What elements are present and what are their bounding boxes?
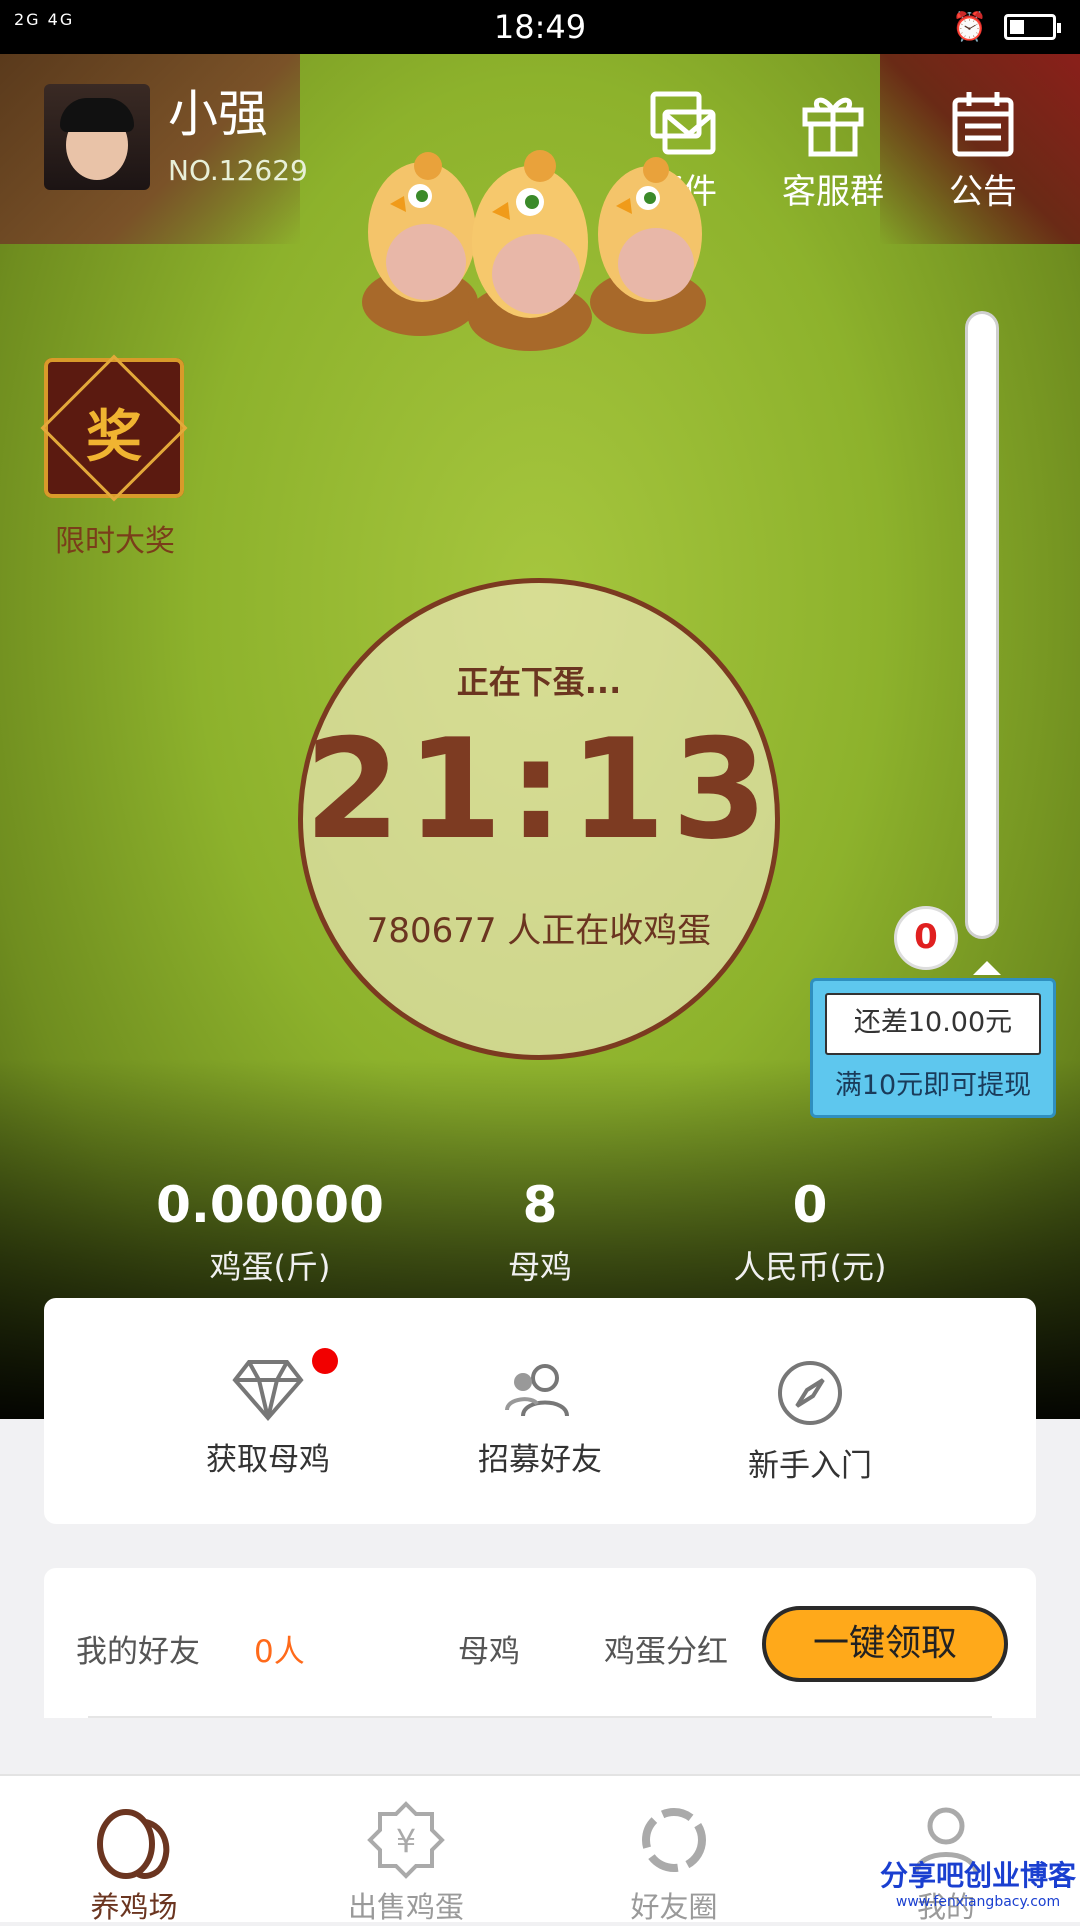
hens-column-label: 母鸡 [458, 1634, 520, 1670]
stat-hens-value: 8 [522, 1176, 558, 1234]
tab-farm[interactable]: 养鸡场 [24, 1800, 244, 1926]
claim-all-button[interactable]: 一键领取 [762, 1606, 1008, 1682]
watermark-url: www.fenxiangbacy.com [895, 1894, 1061, 1910]
announcement-button[interactable]: 公告 [928, 88, 1038, 213]
timer-value: 21:13 [304, 709, 774, 870]
notification-dot [312, 1348, 338, 1374]
alarm-icon: ⏰ [952, 10, 987, 43]
stat-rmb-value: 0 [792, 1176, 828, 1234]
egg-dividend-label: 鸡蛋分红 [604, 1634, 728, 1670]
username: 小强 [168, 85, 268, 143]
battery-icon [1004, 14, 1061, 40]
get-hens-label: 获取母鸡 [206, 1442, 330, 1478]
friends-count: 0人 [254, 1634, 305, 1670]
watermark-title: 分享吧创业博客 [879, 1859, 1076, 1892]
hens-illustration [362, 150, 706, 351]
recruit-friends-label: 招募好友 [478, 1442, 602, 1478]
sell-eggs-icon: ¥ [367, 1801, 445, 1879]
diamond-icon [232, 1360, 304, 1422]
withdraw-tip: 还差10.00元 满10元即可提现 [810, 961, 1056, 1118]
svg-text:¥: ¥ [396, 1822, 416, 1860]
recruit-friends-button[interactable]: 招募好友 [440, 1358, 640, 1479]
eggs-icon [97, 1809, 170, 1879]
stat-eggs: 0.00000 鸡蛋(斤) [150, 1176, 390, 1288]
stat-eggs-value: 0.00000 [156, 1176, 384, 1234]
service-group-button[interactable]: 客服群 [778, 88, 888, 213]
tab-friends-circle[interactable]: 好友圈 [564, 1800, 784, 1926]
service-group-label: 客服群 [782, 172, 884, 212]
friends-circle-icon [642, 1808, 706, 1872]
avatar-hair [60, 98, 134, 132]
compass-icon [778, 1361, 842, 1425]
stat-rmb: 0 人民币(元) [690, 1176, 930, 1288]
stat-rmb-label: 人民币(元) [733, 1248, 887, 1286]
withdraw-remaining: 还差10.00元 [825, 993, 1041, 1055]
announcement-label: 公告 [949, 172, 1017, 212]
calendar-icon [952, 92, 1014, 157]
prize-badge-char: 奖 [86, 405, 142, 470]
friends-card: 我的好友 0人 母鸡 鸡蛋分红 一键领取 [44, 1568, 1036, 1718]
tab-sell-eggs[interactable]: ¥ 出售鸡蛋 [296, 1800, 516, 1926]
my-friends-label: 我的好友 [76, 1634, 200, 1670]
hen-middle [468, 150, 592, 351]
stat-eggs-label: 鸡蛋(斤) [209, 1248, 331, 1286]
hen-right [590, 157, 706, 334]
user-number: NO.12629 [168, 154, 308, 187]
hen-left [362, 152, 478, 336]
egg-timer[interactable]: 正在下蛋... 21:13 780677 人正在收鸡蛋 [298, 578, 780, 1060]
stat-hens-label: 母鸡 [507, 1248, 572, 1286]
withdraw-progress-bar [968, 314, 996, 936]
avatar[interactable] [44, 84, 150, 190]
status-bar: 2G 4G 18:49 ⏰ [0, 0, 1080, 54]
stat-hens: 8 母鸡 [420, 1176, 660, 1288]
gift-icon [802, 97, 864, 157]
collectors-count: 780677 人正在收鸡蛋 [366, 911, 712, 951]
get-hens-button[interactable]: 获取母鸡 [168, 1358, 368, 1479]
battery-fill [1010, 20, 1024, 34]
progress-value-badge: 0 [894, 906, 958, 970]
timer-status: 正在下蛋... [456, 663, 622, 701]
withdraw-hint: 满10元即可提现 [834, 1070, 1032, 1101]
divider [88, 1716, 992, 1718]
recruit-friends-icon [505, 1364, 569, 1417]
beginner-guide-button[interactable]: 新手入门 [710, 1358, 910, 1485]
quick-actions-card: 获取母鸡 招募好友 新手入门 [44, 1298, 1036, 1524]
watermark: 分享吧创业博客 www.fenxiangbacy.com [876, 1854, 1080, 1910]
prize-label: 限时大奖 [55, 524, 175, 559]
limited-prize-button[interactable]: 奖 [40, 354, 188, 502]
beginner-guide-label: 新手入门 [748, 1448, 872, 1484]
status-time: 18:49 [493, 8, 587, 46]
